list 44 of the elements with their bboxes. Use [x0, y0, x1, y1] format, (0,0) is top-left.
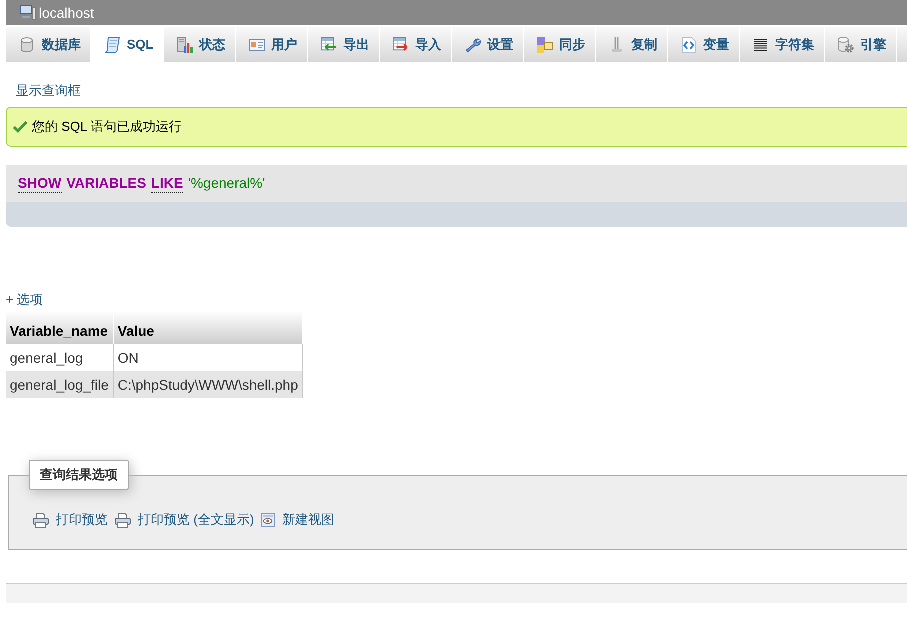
printer-icon	[115, 512, 131, 528]
scroll-icon	[104, 36, 120, 52]
tab[interactable]: 导入	[380, 27, 452, 62]
sql-string: '%general%'	[188, 175, 266, 192]
stand-icon	[612, 36, 622, 52]
server-chart-icon	[176, 36, 193, 52]
code-page-icon	[682, 36, 696, 52]
wrench-icon	[464, 36, 481, 52]
table-cell: ON	[113, 344, 303, 371]
tab[interactable]: 状态	[164, 27, 236, 62]
table-cell: general_log	[6, 344, 114, 371]
options-link[interactable]: + 选项	[6, 292, 44, 307]
column-header: Value	[113, 311, 303, 344]
show-query-box-link[interactable]: 显示查询框	[16, 83, 81, 98]
column-header: Variable_name	[6, 311, 114, 344]
action-link[interactable]: 新建视图	[261, 511, 334, 529]
tab[interactable]: 同步	[524, 27, 596, 62]
tab[interactable]: 字符集	[740, 27, 825, 62]
tab[interactable]: 导出	[308, 27, 380, 62]
lines-icon	[754, 38, 768, 50]
keyword-link[interactable]: LIKE	[151, 174, 184, 192]
eye-frame-icon	[261, 513, 276, 527]
tab[interactable]: 引擎	[824, 27, 897, 62]
table-cell: general_log_file	[6, 371, 114, 398]
table-cell: C:\phpStudy\WWW\shell.php	[113, 371, 303, 398]
action-link[interactable]: 打印预览 (全文显示)	[115, 511, 254, 529]
tab[interactable]: SQL	[91, 27, 164, 62]
action-link[interactable]: 打印预览	[33, 511, 108, 529]
tab[interactable]: 变量	[668, 27, 740, 62]
tab[interactable]: 复制	[596, 27, 668, 62]
tab[interactable]: 用户	[236, 27, 308, 62]
tab[interactable]: 设置	[452, 27, 524, 62]
check-icon	[13, 121, 28, 133]
keyword-link[interactable]: SHOW	[18, 174, 62, 192]
card-icon	[248, 38, 265, 50]
squares-icon	[536, 36, 553, 52]
sql-keyword: VARIABLES	[66, 175, 146, 192]
message-text: 您的 SQL 语句已成功运行	[32, 118, 182, 136]
cylinder-gear-icon	[838, 36, 854, 52]
monitor-icon	[20, 5, 36, 20]
window-title: localhost	[39, 4, 94, 20]
panel-title: 查询结果选项	[29, 460, 129, 490]
printer-icon	[33, 512, 49, 528]
cylinder-icon	[21, 36, 33, 52]
